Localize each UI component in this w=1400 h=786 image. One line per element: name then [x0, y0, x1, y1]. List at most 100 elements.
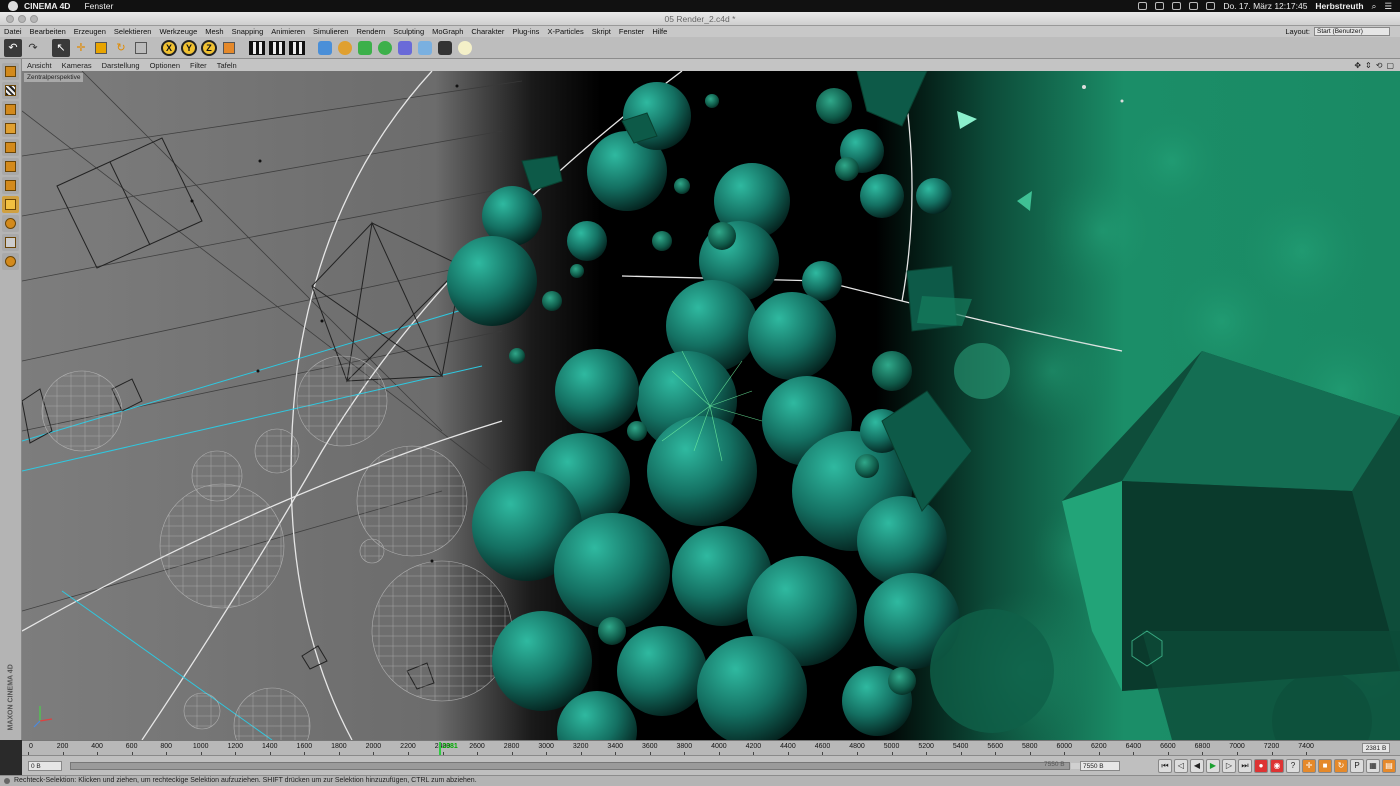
close-window-button[interactable]: [6, 15, 14, 23]
menu-charakter[interactable]: Charakter: [467, 27, 508, 36]
mac-app-name[interactable]: CINEMA 4D: [24, 1, 70, 11]
spotlight-icon[interactable]: ⌕: [1372, 1, 1377, 12]
viewport-rotate-icon[interactable]: ⟲: [1376, 61, 1383, 70]
autokey-icon[interactable]: ◉: [1270, 759, 1284, 773]
viewport-maximize-icon[interactable]: ▢: [1386, 61, 1394, 70]
menu-plug-ins[interactable]: Plug-ins: [508, 27, 543, 36]
array-icon[interactable]: [376, 39, 394, 57]
current-frame-field[interactable]: 2381 B: [1362, 743, 1390, 753]
previous-key-icon[interactable]: ◁: [1174, 759, 1188, 773]
next-key-icon[interactable]: ▷: [1222, 759, 1236, 773]
go-to-start-icon[interactable]: ⏮: [1158, 759, 1172, 773]
menu-x-particles[interactable]: X-Particles: [543, 27, 587, 36]
deformer-icon[interactable]: [396, 39, 414, 57]
menu-animieren[interactable]: Animieren: [267, 27, 309, 36]
x-axis-icon[interactable]: X: [160, 39, 178, 57]
texture-mode-icon[interactable]: [2, 101, 19, 118]
status-menu-icon[interactable]: [1155, 2, 1165, 10]
cube-icon[interactable]: [316, 39, 334, 57]
go-to-end-icon[interactable]: ⏭: [1238, 759, 1252, 773]
wifi-icon[interactable]: [1172, 2, 1182, 10]
end-frame-field[interactable]: 7550 B: [1080, 761, 1120, 771]
workplane-icon[interactable]: [2, 120, 19, 137]
mac-menu-fenster[interactable]: Fenster: [84, 1, 113, 11]
redo-icon[interactable]: ↷: [24, 39, 42, 57]
polygons-mode-icon[interactable]: [2, 177, 19, 194]
start-frame-field[interactable]: 0 B: [28, 761, 62, 771]
live-selection-icon[interactable]: ↖: [52, 38, 70, 57]
user-name[interactable]: Herbstreuth: [1315, 1, 1363, 11]
snap-icon[interactable]: [2, 234, 19, 251]
menu-simulieren[interactable]: Simulieren: [309, 27, 352, 36]
camera-icon[interactable]: [436, 39, 454, 57]
points-mode-icon[interactable]: [2, 139, 19, 156]
viewport-menu-filter[interactable]: Filter: [185, 61, 212, 70]
menu-rendern[interactable]: Rendern: [352, 27, 389, 36]
timeline-playhead[interactable]: [439, 742, 442, 755]
scale-key-icon[interactable]: ■: [1318, 759, 1332, 773]
rotate-icon[interactable]: ↻: [112, 39, 130, 57]
position-key-icon[interactable]: ✛: [1302, 759, 1316, 773]
status-menu-icon[interactable]: [1138, 2, 1148, 10]
menu-erzeugen[interactable]: Erzeugen: [70, 27, 110, 36]
viewport-menu-ansicht[interactable]: Ansicht: [22, 61, 57, 70]
layout-select[interactable]: Start (Benutzer): [1314, 27, 1390, 36]
viewport[interactable]: Zentralperspektive: [22, 71, 1400, 740]
coordinate-system-icon[interactable]: [220, 39, 238, 57]
rotation-key-icon[interactable]: ↻: [1334, 759, 1348, 773]
scale-icon[interactable]: [92, 39, 110, 57]
viewport-menu-tafeln[interactable]: Tafeln: [212, 61, 242, 70]
battery-icon[interactable]: [1206, 2, 1216, 10]
viewport-pan-icon[interactable]: ✥: [1354, 61, 1361, 70]
parameter-key-icon[interactable]: P: [1350, 759, 1364, 773]
y-axis-icon[interactable]: Y: [180, 39, 198, 57]
record-icon[interactable]: ●: [1254, 759, 1268, 773]
menu-selektieren[interactable]: Selektieren: [110, 27, 156, 36]
edges-mode-icon[interactable]: [2, 158, 19, 175]
apple-icon[interactable]: [8, 1, 18, 11]
z-axis-icon[interactable]: Z: [200, 39, 218, 57]
lock-workplane-icon[interactable]: [2, 253, 19, 270]
zoom-window-button[interactable]: [30, 15, 38, 23]
play-backwards-icon[interactable]: ◀: [1190, 759, 1204, 773]
subdivision-icon[interactable]: [356, 39, 374, 57]
camera-label[interactable]: Zentralperspektive: [24, 73, 84, 82]
volume-icon[interactable]: [1189, 2, 1199, 10]
notification-center-icon[interactable]: ☰: [1384, 1, 1392, 12]
preview-range-slider[interactable]: [70, 762, 1087, 770]
timeline-ruler[interactable]: 2381 B 0 200 400 600 800 1000 1200 1400 1600 1800…: [22, 740, 1400, 755]
menu-fenster[interactable]: Fenster: [615, 27, 648, 36]
render-settings-icon[interactable]: [288, 39, 306, 57]
menu-mesh[interactable]: Mesh: [201, 27, 227, 36]
menu-skript[interactable]: Skript: [588, 27, 615, 36]
render-picture-viewer-icon[interactable]: [268, 39, 286, 57]
axis-mode-icon[interactable]: [2, 196, 19, 213]
make-editable-icon[interactable]: [2, 63, 19, 80]
menu-hilfe[interactable]: Hilfe: [648, 27, 671, 36]
menu-werkzeuge[interactable]: Werkzeuge: [155, 27, 201, 36]
render-view-icon[interactable]: [248, 39, 266, 57]
menu-datei[interactable]: Datei: [0, 27, 26, 36]
viewport-menu-darstellung[interactable]: Darstellung: [97, 61, 145, 70]
recent-tools-icon[interactable]: [132, 39, 150, 57]
viewport-menu-optionen[interactable]: Optionen: [145, 61, 185, 70]
viewport-zoom-icon[interactable]: ⇕: [1365, 61, 1372, 70]
menu-sculpting[interactable]: Sculpting: [389, 27, 428, 36]
tweak-icon[interactable]: [2, 215, 19, 232]
undo-icon[interactable]: ↶: [4, 38, 22, 57]
keyframe-selection-icon[interactable]: ?: [1286, 759, 1300, 773]
floor-icon[interactable]: [416, 39, 434, 57]
pla-key-icon[interactable]: ▦: [1366, 759, 1380, 773]
light-icon[interactable]: [456, 39, 474, 57]
motion-system-icon[interactable]: ▤: [1382, 759, 1396, 773]
move-icon[interactable]: ✛: [72, 39, 90, 57]
menu-mograph[interactable]: MoGraph: [428, 27, 467, 36]
menu-bearbeiten[interactable]: Bearbeiten: [26, 27, 70, 36]
minimize-window-button[interactable]: [18, 15, 26, 23]
model-mode-icon[interactable]: [2, 82, 19, 99]
viewport-menu-kameras[interactable]: Kameras: [57, 61, 97, 70]
spline-pen-icon[interactable]: [336, 39, 354, 57]
play-icon[interactable]: ▶: [1206, 759, 1220, 773]
menu-snapping[interactable]: Snapping: [228, 27, 268, 36]
clock[interactable]: Do. 17. März 12:17:45: [1223, 1, 1307, 11]
